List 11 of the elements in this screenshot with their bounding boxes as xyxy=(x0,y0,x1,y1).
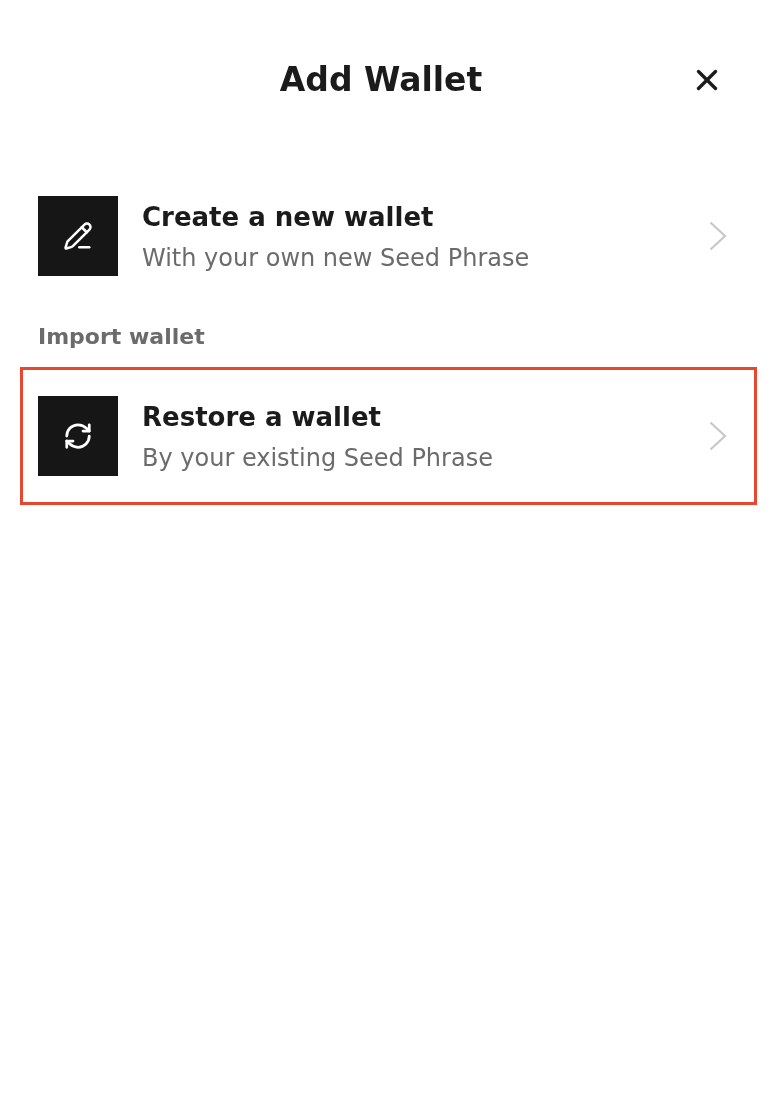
pencil-icon xyxy=(38,196,118,276)
chevron-icon xyxy=(709,421,727,451)
option-title: Create a new wallet xyxy=(142,200,434,234)
refresh-icon xyxy=(38,396,118,476)
wallet-option[interactable]: Restore a wallet By your existing Seed Phrase xyxy=(20,367,757,505)
option-subtitle: By your existing Seed Phrase xyxy=(142,442,493,474)
chevron-icon xyxy=(709,221,727,251)
option-title: Restore a wallet xyxy=(142,400,381,434)
option-subtitle: With your own new Seed Phrase xyxy=(142,242,530,274)
section-label: Import wallet xyxy=(38,323,205,351)
page-title: Add Wallet xyxy=(279,59,483,101)
